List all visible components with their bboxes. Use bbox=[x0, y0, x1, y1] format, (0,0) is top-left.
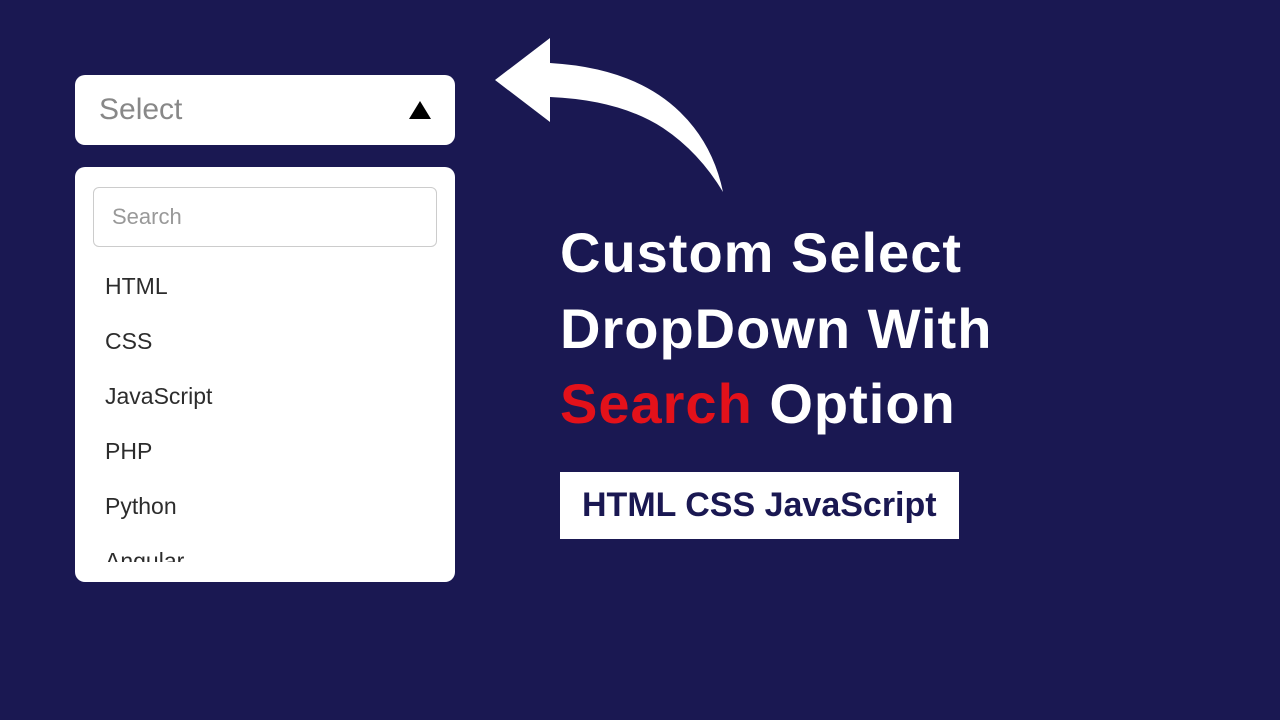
search-input[interactable] bbox=[93, 187, 437, 247]
arrow-icon bbox=[465, 20, 745, 200]
title-highlight: Search bbox=[560, 372, 753, 435]
select-dropdown-container: Select HTML CSS JavaScript PHP Python An… bbox=[75, 75, 455, 582]
option-item[interactable]: PHP bbox=[97, 424, 437, 479]
select-label: Select bbox=[99, 93, 182, 127]
options-list[interactable]: HTML CSS JavaScript PHP Python Angular bbox=[93, 259, 437, 567]
option-item[interactable]: Angular bbox=[97, 534, 437, 562]
title-line-3: Search Option bbox=[560, 366, 1240, 442]
option-item[interactable]: JavaScript bbox=[97, 369, 437, 424]
title-line-2: DropDown With bbox=[560, 291, 1240, 367]
dropdown-panel: HTML CSS JavaScript PHP Python Angular bbox=[75, 167, 455, 582]
title-line-1: Custom Select bbox=[560, 215, 1240, 291]
title-rest: Option bbox=[753, 372, 956, 435]
option-item[interactable]: Python bbox=[97, 479, 437, 534]
title-container: Custom Select DropDown With Search Optio… bbox=[560, 215, 1240, 539]
caret-up-icon bbox=[409, 101, 431, 119]
tech-badge-text: HTML CSS JavaScript bbox=[582, 486, 937, 524]
tech-badge: HTML CSS JavaScript bbox=[560, 472, 959, 539]
option-item[interactable]: HTML bbox=[97, 259, 437, 314]
select-header[interactable]: Select bbox=[75, 75, 455, 145]
option-item[interactable]: CSS bbox=[97, 314, 437, 369]
